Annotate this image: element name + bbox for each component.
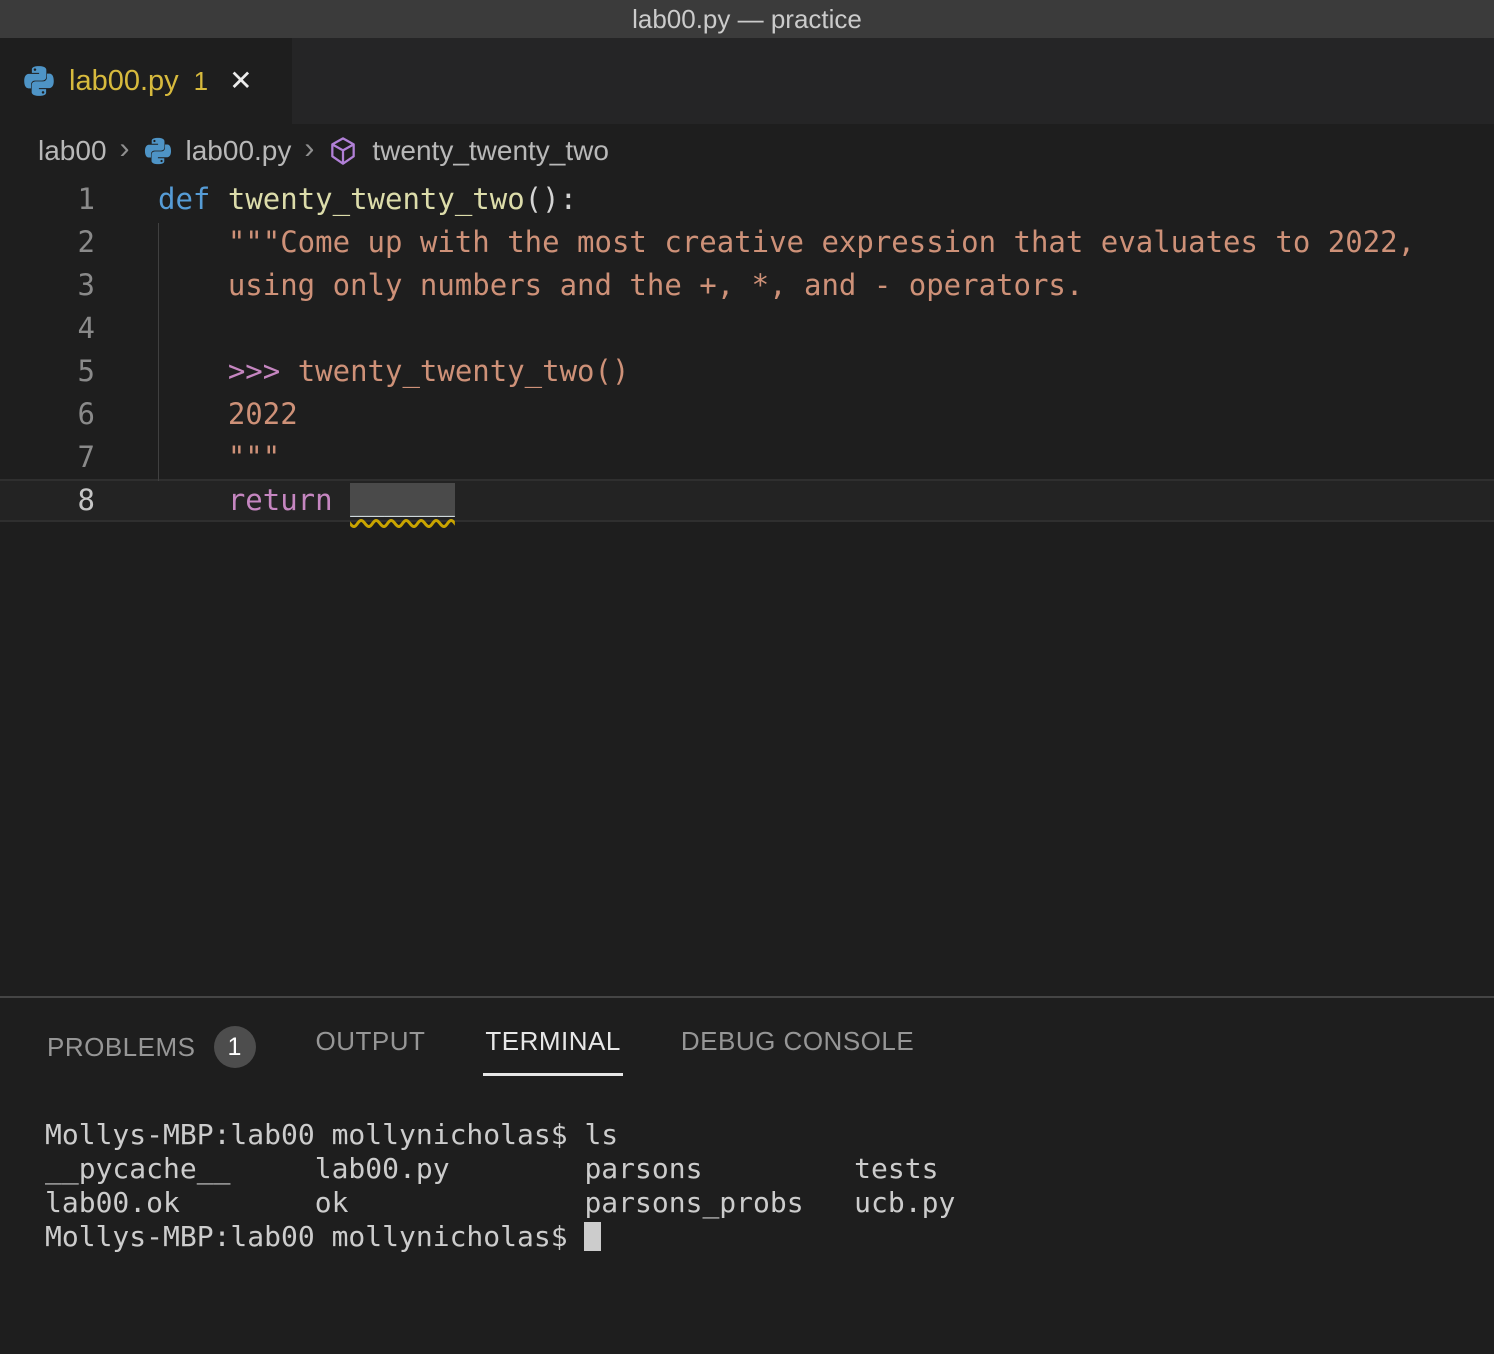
line-number[interactable]: 4 [0,307,95,350]
blank-placeholder-selection: ______ [350,483,455,517]
symbol-cube-icon [327,135,359,167]
breadcrumb: lab00 › lab00.py › twenty_twenty_two [0,124,1494,178]
terminal-line: lab00.ok ok parsons_probs ucb.py [45,1186,1494,1220]
terminal-output: Mollys-MBP:lab00 mollynicholas$ ls__pyca… [45,1118,1494,1220]
code-text: using only numbers and the +, *, and - o… [95,264,1083,307]
problems-count-badge: 1 [214,1026,256,1068]
code-text [95,307,158,350]
terminal-line: __pycache__ lab00.py parsons tests [45,1152,1494,1186]
panel-tab-label: PROBLEMS [47,1032,196,1063]
indent-guide [158,223,159,481]
python-icon [22,64,56,98]
chevron-right-icon: › [304,132,314,166]
code-lines-container: 1def twenty_twenty_two():2 """Come up wi… [0,178,1494,522]
code-line[interactable]: 7 """ [0,436,1494,479]
code-token [158,483,228,517]
breadcrumb-item-lab00-py[interactable]: lab00.py [186,135,292,167]
code-token: using only numbers and the +, *, and - o… [158,268,1083,302]
line-number[interactable]: 7 [0,436,95,479]
code-line[interactable]: 5 >>> twenty_twenty_two() [0,350,1494,393]
code-text: return ______ [95,481,455,520]
panel-tab-label: TERMINAL [485,1026,620,1057]
tab-bar: lab00.py 1 ✕ [0,38,1494,124]
code-text: 2022 [95,393,298,436]
code-text: >>> twenty_twenty_two() [95,350,629,393]
terminal-prompt: Mollys-MBP:lab00 mollynicholas$ [45,1220,584,1253]
window-title: lab00.py — practice [632,4,862,35]
code-token: return [228,483,333,517]
panel-tab-label: DEBUG CONSOLE [681,1026,914,1057]
close-icon[interactable]: ✕ [229,67,252,95]
code-token: (): [525,182,577,216]
code-text: """ [95,436,280,479]
code-token: """Come up with the most creative expres… [158,225,1415,259]
panel-tab-bar: PROBLEMS 1 OUTPUT TERMINAL DEBUG CONSOLE [0,998,1494,1090]
line-number[interactable]: 8 [0,481,95,520]
line-number[interactable]: 6 [0,393,95,436]
code-token: 2022 [158,397,298,431]
code-token [158,354,228,388]
code-token [280,354,297,388]
code-line[interactable]: 8 return ______ [0,479,1494,522]
chevron-right-icon: › [120,132,130,166]
line-number[interactable]: 1 [0,178,95,221]
code-token: """ [158,440,280,474]
bottom-panel: PROBLEMS 1 OUTPUT TERMINAL DEBUG CONSOLE Mol… [0,996,1494,1354]
tab-problem-count: 1 [194,66,208,97]
panel-tab-label: OUTPUT [316,1026,426,1057]
code-line[interactable]: 3 using only numbers and the +, *, and -… [0,264,1494,307]
tab-label: lab00.py [69,65,179,98]
code-token: >>> [228,354,280,388]
terminal-cursor [584,1222,601,1251]
code-line[interactable]: 6 2022 [0,393,1494,436]
code-token [210,182,227,216]
breadcrumb-item-symbol[interactable]: twenty_twenty_two [372,135,609,167]
code-line[interactable]: 2 """Come up with the most creative expr… [0,221,1494,264]
panel-tab-output[interactable]: OUTPUT [314,998,428,1076]
code-text: """Come up with the most creative expres… [95,221,1415,264]
panel-tab-problems[interactable]: PROBLEMS 1 [45,998,258,1087]
code-line[interactable]: 1def twenty_twenty_two(): [0,178,1494,221]
code-line[interactable]: 4 [0,307,1494,350]
code-token: def [158,182,210,216]
line-number[interactable]: 5 [0,350,95,393]
code-token: twenty_twenty_two() [298,354,630,388]
title-bar: lab00.py — practice [0,0,1494,38]
terminal-line: Mollys-MBP:lab00 mollynicholas$ ls [45,1118,1494,1152]
line-number[interactable]: 3 [0,264,95,307]
tab-lab00-py[interactable]: lab00.py 1 ✕ [0,38,292,124]
code-editor[interactable]: 1def twenty_twenty_two():2 """Come up wi… [0,178,1494,996]
panel-tab-debug-console[interactable]: DEBUG CONSOLE [679,998,916,1076]
python-icon [143,136,173,166]
terminal[interactable]: Mollys-MBP:lab00 mollynicholas$ ls__pyca… [0,1090,1494,1254]
code-token: twenty_twenty_two [228,182,525,216]
terminal-prompt-line: Mollys-MBP:lab00 mollynicholas$ [45,1220,1494,1254]
code-token [333,483,350,517]
panel-tab-terminal[interactable]: TERMINAL [483,998,622,1076]
breadcrumb-item-lab00[interactable]: lab00 [38,135,107,167]
line-number[interactable]: 2 [0,221,95,264]
code-text: def twenty_twenty_two(): [95,178,577,221]
